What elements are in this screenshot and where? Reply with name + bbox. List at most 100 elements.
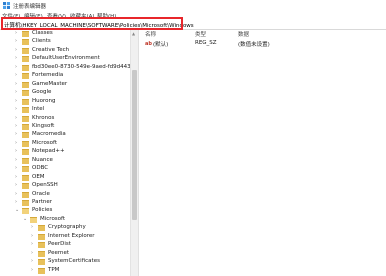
- tree-item[interactable]: › SystemCertificates: [0, 258, 130, 266]
- tree-item-label: Nuance: [32, 156, 53, 163]
- tree-item-label: OEM: [32, 173, 45, 180]
- chevron-right-icon[interactable]: ›: [15, 81, 17, 87]
- title-bar: 注册表编辑器: [0, 0, 386, 11]
- address-highlight-box: [1, 17, 183, 30]
- chevron-right-icon[interactable]: ›: [15, 38, 17, 44]
- tree-item[interactable]: › Clients: [0, 38, 130, 46]
- tree-item[interactable]: › Microsoft: [0, 140, 130, 148]
- column-header-type[interactable]: 类型: [195, 30, 206, 38]
- tree-item[interactable]: › Huorong: [0, 98, 130, 106]
- chevron-right-icon[interactable]: ›: [15, 106, 17, 112]
- chevron-right-icon[interactable]: ›: [15, 131, 17, 137]
- chevron-right-icon[interactable]: ›: [15, 98, 17, 104]
- folder-icon: [38, 233, 45, 240]
- tree-item-label: Peernet: [48, 249, 70, 256]
- chevron-right-icon[interactable]: ›: [15, 157, 17, 163]
- folder-icon: [22, 123, 29, 130]
- folder-icon: [22, 39, 29, 46]
- tree-item[interactable]: ⌄ Microsoft: [0, 216, 130, 224]
- chevron-right-icon[interactable]: ›: [31, 250, 33, 256]
- value-data: (数值未设置): [238, 42, 270, 48]
- tree-item[interactable]: › Classes: [0, 30, 130, 38]
- tree-item-label: Notepad++: [32, 148, 65, 155]
- chevron-right-icon[interactable]: ›: [31, 258, 33, 264]
- scroll-thumb[interactable]: [132, 70, 137, 220]
- tree-item-label: Partner: [32, 199, 52, 205]
- folder-icon: [30, 216, 37, 223]
- tree-item-label: Macromedia: [32, 131, 66, 138]
- tree-item-label: Huorong: [32, 97, 56, 104]
- folder-icon: [22, 31, 29, 37]
- chevron-right-icon[interactable]: ›: [31, 267, 33, 273]
- folder-icon: [38, 242, 45, 249]
- chevron-right-icon[interactable]: ›: [15, 191, 17, 197]
- value-row[interactable]: ab (默认) REG_SZ (数值未设置): [139, 40, 386, 48]
- tree-item[interactable]: › Creative Tech: [0, 47, 130, 55]
- tree-item[interactable]: › Internet Explorer: [0, 233, 130, 241]
- chevron-right-icon[interactable]: ›: [15, 89, 17, 95]
- tree-item-label: Internet Explorer: [48, 232, 95, 239]
- chevron-right-icon[interactable]: ›: [15, 115, 17, 121]
- tree-item[interactable]: › Google: [0, 89, 130, 97]
- folder-icon: [22, 174, 29, 181]
- tree-item-label: Oracle: [32, 190, 50, 197]
- tree-item[interactable]: › Peernet: [0, 250, 130, 258]
- tree-item[interactable]: › Cryptography: [0, 224, 130, 232]
- chevron-right-icon[interactable]: ›: [31, 224, 33, 230]
- chevron-right-icon[interactable]: ›: [15, 199, 17, 205]
- tree-item[interactable]: › Oracle: [0, 191, 130, 199]
- chevron-right-icon[interactable]: ›: [31, 233, 33, 239]
- chevron-right-icon[interactable]: ›: [15, 148, 17, 154]
- string-value-icon: ab: [145, 41, 152, 47]
- tree-item-label: DefaultUserEnvironment: [32, 55, 100, 62]
- chevron-right-icon[interactable]: ›: [15, 30, 17, 36]
- chevron-right-icon[interactable]: ›: [15, 123, 17, 129]
- tree-item-label: Microsoft: [32, 139, 58, 146]
- tree-item[interactable]: › DefaultUserEnvironment: [0, 55, 130, 63]
- tree-item[interactable]: › OEM: [0, 174, 130, 182]
- folder-icon: [22, 115, 29, 122]
- tree-item[interactable]: › Fortemedia: [0, 72, 130, 80]
- tree-item[interactable]: › Macromedia: [0, 131, 130, 139]
- folder-icon: [38, 225, 45, 232]
- column-header-data[interactable]: 数据: [238, 30, 249, 38]
- registry-tree[interactable]: › Classes › Clients › Creative Tech › DefaultUs…: [0, 30, 138, 276]
- tree-item[interactable]: › GameMaster: [0, 81, 130, 89]
- folder-icon: [38, 250, 45, 257]
- chevron-right-icon[interactable]: ›: [15, 55, 17, 61]
- tree-item[interactable]: › Notepad++: [0, 148, 130, 156]
- tree-item-label: Intel: [32, 106, 45, 113]
- tree-item[interactable]: › OpenSSH: [0, 182, 130, 190]
- folder-icon: [22, 64, 29, 71]
- chevron-right-icon[interactable]: ›: [15, 182, 17, 188]
- tree-item[interactable]: › fbd30ee0-8730-549e-9aed-fd9d443(: [0, 63, 133, 72]
- tree-item-label: Microsoft: [40, 215, 66, 222]
- folder-icon: [38, 259, 45, 266]
- chevron-right-icon[interactable]: ›: [15, 174, 17, 180]
- registry-editor-app-icon: [3, 2, 10, 9]
- tree-item[interactable]: › Nuance: [0, 157, 130, 165]
- tree-item[interactable]: › PeerDist: [0, 241, 130, 249]
- tree-item-label: fbd30ee0-8730-549e-9aed-fd9d443(: [32, 63, 133, 70]
- tree-item[interactable]: › Kingsoft: [0, 123, 130, 131]
- chevron-right-icon[interactable]: ›: [15, 64, 17, 70]
- tree-item[interactable]: › Partner: [0, 199, 130, 207]
- tree-item[interactable]: › ODBC: [0, 165, 130, 173]
- chevron-right-icon[interactable]: ›: [15, 165, 17, 171]
- chevron-right-icon[interactable]: ›: [15, 47, 17, 53]
- tree-item[interactable]: › Intel: [0, 106, 130, 114]
- folder-icon: [22, 81, 29, 88]
- tree-item[interactable]: › TPM: [0, 267, 130, 275]
- tree-item-label: Cryptography: [48, 224, 86, 231]
- tree-item-label: TPM: [48, 266, 60, 273]
- tree-scrollbar[interactable]: ▲: [130, 30, 138, 276]
- tree-item[interactable]: ⌄ Policies: [0, 207, 130, 215]
- scroll-up-arrow-icon[interactable]: ▲: [132, 31, 135, 36]
- chevron-down-icon[interactable]: ⌄: [23, 216, 27, 222]
- chevron-right-icon[interactable]: ›: [31, 241, 33, 247]
- chevron-right-icon[interactable]: ›: [15, 72, 17, 78]
- tree-item[interactable]: › Khronos: [0, 115, 130, 123]
- chevron-right-icon[interactable]: ›: [15, 140, 17, 146]
- chevron-down-icon[interactable]: ⌄: [15, 207, 19, 213]
- column-header-name[interactable]: 名称: [145, 30, 156, 38]
